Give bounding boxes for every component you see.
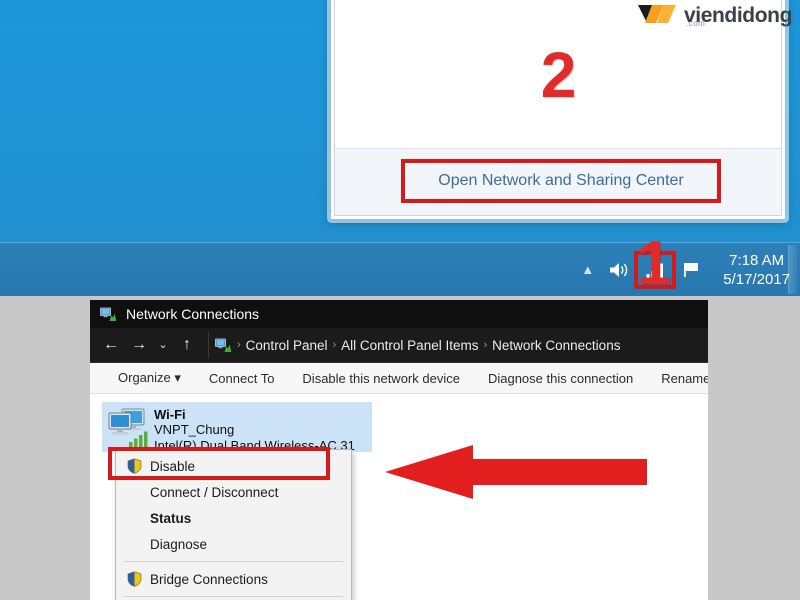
speaker-icon — [610, 262, 628, 277]
connection-ssid: VNPT_Chung — [154, 422, 235, 437]
chevron-up-icon: ▲ — [581, 262, 595, 277]
breadcrumb-separator: › — [237, 339, 241, 351]
network-adapter-icon — [106, 406, 154, 450]
context-menu-item-diagnose[interactable]: Diagnose — [116, 531, 351, 557]
viendidong-logo-icon — [638, 5, 676, 23]
breadcrumb-network-icon — [215, 338, 232, 352]
network-flyout-inner: 2 Open Network and Sharing Center — [334, 0, 782, 216]
rename-button[interactable]: Rename t — [647, 371, 708, 386]
forward-button[interactable]: → — [126, 331, 152, 359]
back-button[interactable]: ← — [98, 331, 124, 359]
disable-network-device-button[interactable]: Disable this network device — [288, 371, 474, 386]
show-desktop-button[interactable] — [788, 245, 797, 294]
context-menu-item-status[interactable]: Status — [116, 505, 351, 531]
clock-date: 5/17/2017 — [723, 270, 790, 288]
open-network-sharing-center-highlight: Open Network and Sharing Center — [401, 159, 721, 203]
recent-locations-chevron-icon[interactable]: ⌄ — [154, 331, 172, 359]
context-menu-separator — [124, 561, 343, 562]
step-2-annotation: 2 — [540, 39, 577, 111]
breadcrumb-all-control-panel-items[interactable]: All Control Panel Items — [341, 338, 478, 353]
breadcrumb-separator: › — [332, 339, 337, 351]
desktop-background: 2 Open Network and Sharing Center viendi… — [0, 0, 800, 242]
connection-labels: Wi-Fi VNPT_Chung Intel(R) Dual Band Wire… — [154, 406, 355, 454]
breadcrumb-network-connections[interactable]: Network Connections — [492, 338, 620, 353]
breadcrumb-separator: › — [483, 339, 488, 351]
navigation-bar: ← → ⌄ ↑ › Control Panel › All Control Pa… — [90, 328, 708, 363]
show-hidden-icons-button[interactable]: ▲ — [574, 243, 601, 296]
connect-to-button[interactable]: Connect To — [195, 371, 289, 386]
window-title: Network Connections — [126, 306, 260, 322]
context-menu-separator — [124, 596, 343, 597]
command-toolbar: Organize ▾ Connect To Disable this netwo… — [90, 363, 708, 394]
context-menu-label-connect-disconnect: Connect / Disconnect — [150, 484, 279, 500]
clock-time: 7:18 AM — [729, 251, 785, 269]
flag-icon — [684, 262, 699, 277]
connection-name: Wi-Fi — [154, 407, 186, 422]
step-1-annotation: 1 — [637, 229, 672, 298]
window-titlebar: Network Connections — [90, 300, 708, 328]
shield-icon — [122, 571, 146, 587]
connection-item-wifi[interactable]: Wi-Fi VNPT_Chung Intel(R) Dual Band Wire… — [102, 402, 372, 454]
network-flyout-panel: 2 Open Network and Sharing Center — [330, 0, 786, 220]
address-bar[interactable]: › Control Panel › All Control Panel Item… — [208, 332, 708, 358]
open-network-and-sharing-center-link[interactable]: Open Network and Sharing Center — [438, 172, 683, 190]
taskbar-clock[interactable]: 7:18 AM 5/17/2017 — [709, 243, 800, 296]
breadcrumb-control-panel[interactable]: Control Panel — [246, 338, 328, 353]
network-connections-icon — [100, 307, 117, 321]
volume-button[interactable] — [601, 243, 639, 296]
logo-tld-text: .com — [686, 18, 706, 28]
diagnose-connection-button[interactable]: Diagnose this connection — [474, 371, 647, 386]
context-menu-label-status: Status — [150, 510, 192, 526]
context-menu-item-disable[interactable]: Disable — [116, 453, 351, 479]
red-arrow-annotation — [385, 445, 647, 499]
up-button[interactable]: ↑ — [174, 331, 200, 359]
context-menu-item-connect-disconnect[interactable]: Connect / Disconnect — [116, 479, 351, 505]
network-flyout-footer: Open Network and Sharing Center — [335, 148, 781, 215]
organize-button[interactable]: Organize ▾ — [104, 370, 195, 386]
viendidong-logo: viendidong .com — [636, 2, 792, 28]
windows-taskbar: ▲ 7:18 AM 5/17/2017 — [0, 242, 800, 296]
context-menu-label-disable: Disable — [150, 458, 196, 474]
context-menu-item-bridge-connections[interactable]: Bridge Connections — [116, 566, 351, 592]
action-center-button[interactable] — [675, 243, 709, 296]
context-menu-label-diagnose: Diagnose — [150, 536, 208, 552]
system-tray: ▲ 7:18 AM 5/17/2017 — [574, 243, 800, 296]
context-menu-label-bridge-connections: Bridge Connections — [150, 571, 268, 587]
logo-wordmark: viendidong .com — [684, 5, 792, 28]
context-menu: Disable Connect / Disconnect Status Diag… — [108, 447, 352, 600]
shield-icon — [122, 458, 146, 474]
